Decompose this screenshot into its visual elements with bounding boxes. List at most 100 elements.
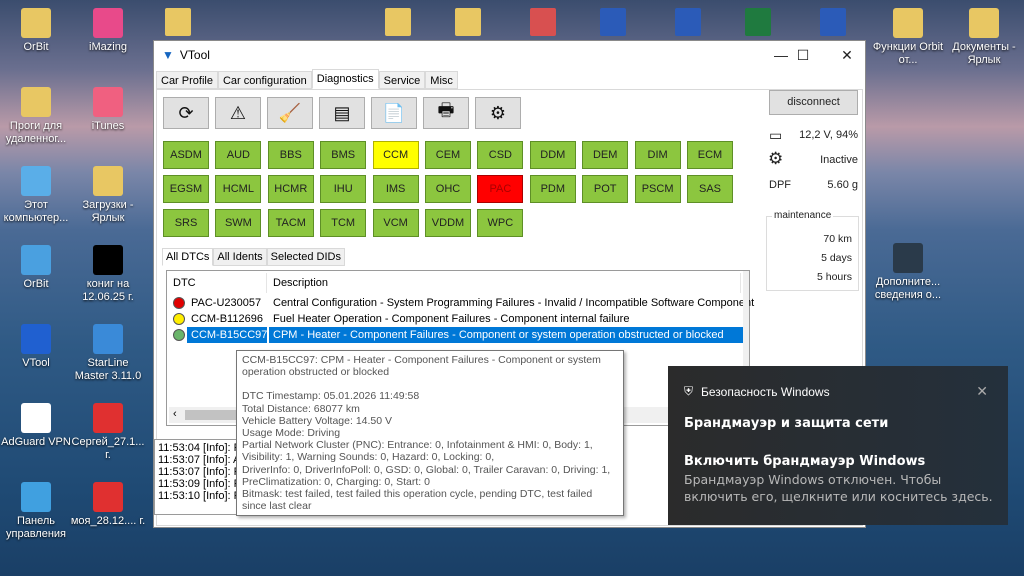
- module-button-bbs[interactable]: BBS: [267, 141, 314, 169]
- dtc-tooltip: CCM-B15CC97: CPM - Heater - Component Fa…: [236, 350, 624, 516]
- desktop-icon-label: Панель управления: [6, 515, 66, 540]
- desktop-icon-label: OrBit: [23, 278, 49, 290]
- module-button-csd[interactable]: CSD: [477, 141, 524, 169]
- refresh-icon: ⟳: [178, 102, 194, 123]
- desktop-icon-image[interactable]: [165, 8, 191, 36]
- desktop-icon[interactable]: iMazing: [70, 8, 146, 54]
- desktop-icon-image[interactable]: [530, 8, 556, 36]
- module-button-pot[interactable]: POT: [582, 175, 629, 203]
- module-button-ihu[interactable]: IHU: [320, 175, 367, 203]
- dtc-row[interactable]: CCM-B112696 Fuel Heater Operation - Compo…: [169, 311, 743, 327]
- desktop-icon[interactable]: моя_28.12.... г.: [70, 482, 146, 528]
- desktop-icon[interactable]: кониг на 12.06.25 г.: [70, 245, 146, 304]
- scroll-left-icon[interactable]: ‹: [173, 408, 177, 420]
- toast-app-name: Безопасность Windows: [701, 384, 830, 399]
- battery-value: 12,2 V, 94%: [799, 129, 858, 141]
- tab-car-profile[interactable]: Car Profile: [156, 71, 218, 89]
- module-button-ccm[interactable]: CCM: [372, 141, 419, 169]
- desktop-icon-label: StarLine Master 3.11.0: [74, 357, 142, 382]
- obd-device-button[interactable]: ▤: [319, 97, 365, 129]
- module-button-ohc[interactable]: OHC: [425, 175, 471, 203]
- desktop-icon-image: [21, 166, 51, 196]
- desktop-icon-image: [93, 403, 123, 433]
- desktop-icon[interactable]: Этот компьютер...: [0, 166, 74, 225]
- toast-title: Включить брандмауэр Windows: [684, 454, 926, 469]
- module-button-tacm[interactable]: TACM: [267, 209, 314, 237]
- desktop-icon[interactable]: Функции Orbit от...: [870, 8, 946, 67]
- module-button-aud[interactable]: AUD: [215, 141, 262, 169]
- vtool-logo-icon: ▼: [162, 48, 174, 62]
- desktop-icon-image[interactable]: [820, 8, 846, 36]
- settings-button[interactable]: ⚙: [475, 97, 521, 129]
- desktop-icon[interactable]: Дополните... сведения о...: [870, 243, 946, 302]
- module-button-wpc[interactable]: WPC: [477, 209, 524, 237]
- desktop-icon[interactable]: OrBit: [0, 8, 74, 54]
- module-button-ecm[interactable]: ECM: [687, 141, 733, 169]
- column-header-description[interactable]: Description: [267, 273, 741, 293]
- desktop-icon[interactable]: Документы - Ярлык: [946, 8, 1022, 67]
- module-button-bms[interactable]: BMS: [320, 141, 367, 169]
- module-button-dem[interactable]: DEM: [582, 141, 629, 169]
- desktop-icon[interactable]: OrBit: [0, 245, 74, 291]
- module-button-pdm[interactable]: PDM: [529, 175, 576, 203]
- report-button[interactable]: 📄: [371, 97, 417, 129]
- dtc-code: CCM-B15CC97: [187, 327, 267, 343]
- manual-warning-button[interactable]: ⚠: [215, 97, 261, 129]
- desktop-icon[interactable]: iTunes: [70, 87, 146, 133]
- module-button-ddm[interactable]: DDM: [529, 141, 576, 169]
- print-icon: 🖶: [437, 100, 455, 120]
- tab-service[interactable]: Service: [378, 71, 426, 89]
- column-header-dtc[interactable]: DTC: [167, 273, 267, 293]
- window-title: VTool: [179, 48, 210, 62]
- maximize-button[interactable]: ☐: [780, 41, 826, 69]
- desktop-icon-image[interactable]: [600, 8, 626, 36]
- desktop-icon-label: Сергей_27.1... г.: [71, 436, 145, 461]
- module-button-dim[interactable]: DIM: [634, 141, 681, 169]
- desktop-icon-image[interactable]: [675, 8, 701, 36]
- module-button-egsm[interactable]: EGSM: [163, 175, 209, 203]
- dtc-row[interactable]: PAC-U230057 Central Configuration - Syste…: [169, 295, 754, 311]
- dtc-code: CCM-B112696: [191, 313, 263, 325]
- tab-misc[interactable]: Misc: [425, 71, 458, 89]
- module-button-swm[interactable]: SWM: [215, 209, 262, 237]
- module-button-srs[interactable]: SRS: [163, 209, 209, 237]
- module-button-pscm[interactable]: PSCM: [634, 175, 681, 203]
- print-button[interactable]: 🖶: [423, 97, 469, 129]
- tab-car-configuration[interactable]: Car configuration: [217, 71, 312, 89]
- dtc-row[interactable]: CCM-B15CC97 CPM - Heater - Component Fail…: [169, 327, 743, 343]
- module-button-vddm[interactable]: VDDM: [425, 209, 471, 237]
- desktop-icon[interactable]: VTool: [0, 324, 74, 370]
- clean-button[interactable]: 🧹: [267, 97, 313, 129]
- desktop-icon[interactable]: Сергей_27.1... г.: [70, 403, 146, 462]
- module-button-ims[interactable]: IMS: [372, 175, 419, 203]
- desktop-icon[interactable]: StarLine Master 3.11.0: [70, 324, 146, 383]
- tab-diagnostics[interactable]: Diagnostics: [311, 69, 379, 89]
- module-button-asdm[interactable]: ASDM: [163, 141, 209, 169]
- module-button-pac[interactable]: PAC: [477, 175, 524, 203]
- desktop-icon-label: iTunes: [91, 120, 125, 132]
- module-button-hcml[interactable]: HCML: [215, 175, 262, 203]
- module-button-hcmr[interactable]: HCMR: [267, 175, 314, 203]
- desktop-icon[interactable]: AdGuard VPN: [0, 403, 74, 449]
- disconnect-button[interactable]: disconnect: [769, 90, 858, 115]
- desktop-icon[interactable]: Проги для удаленног...: [0, 87, 74, 146]
- windows-security-notification[interactable]: ⛨ Безопасность Windows ✕ Брандмауэр и за…: [668, 366, 1008, 525]
- subtab-all-idents[interactable]: All Idents: [213, 248, 267, 266]
- subtab-all-dtcs[interactable]: All DTCs: [162, 248, 214, 266]
- dpf-value: 5.60 g: [827, 179, 858, 191]
- module-button-vcm[interactable]: VCM: [372, 209, 419, 237]
- toast-close-icon[interactable]: ✕: [976, 383, 988, 400]
- subtab-selected-dids[interactable]: Selected DIDs: [266, 248, 345, 266]
- desktop-icon-image[interactable]: [455, 8, 481, 36]
- desktop-icon-image[interactable]: [745, 8, 771, 36]
- desktop-icon-label: AdGuard VPN: [1, 436, 71, 448]
- desktop-icon[interactable]: Загрузки - Ярлык: [70, 166, 146, 225]
- close-button[interactable]: ✕: [824, 41, 870, 69]
- module-button-tcm[interactable]: TCM: [320, 209, 367, 237]
- maintenance-group: maintenance 70 km 5 days 5 hours: [766, 210, 859, 291]
- refresh-button[interactable]: ⟳: [163, 97, 209, 129]
- module-button-sas[interactable]: SAS: [687, 175, 733, 203]
- module-button-cem[interactable]: CEM: [425, 141, 471, 169]
- desktop-icon-image[interactable]: [385, 8, 411, 36]
- desktop-icon[interactable]: Панель управления: [0, 482, 74, 541]
